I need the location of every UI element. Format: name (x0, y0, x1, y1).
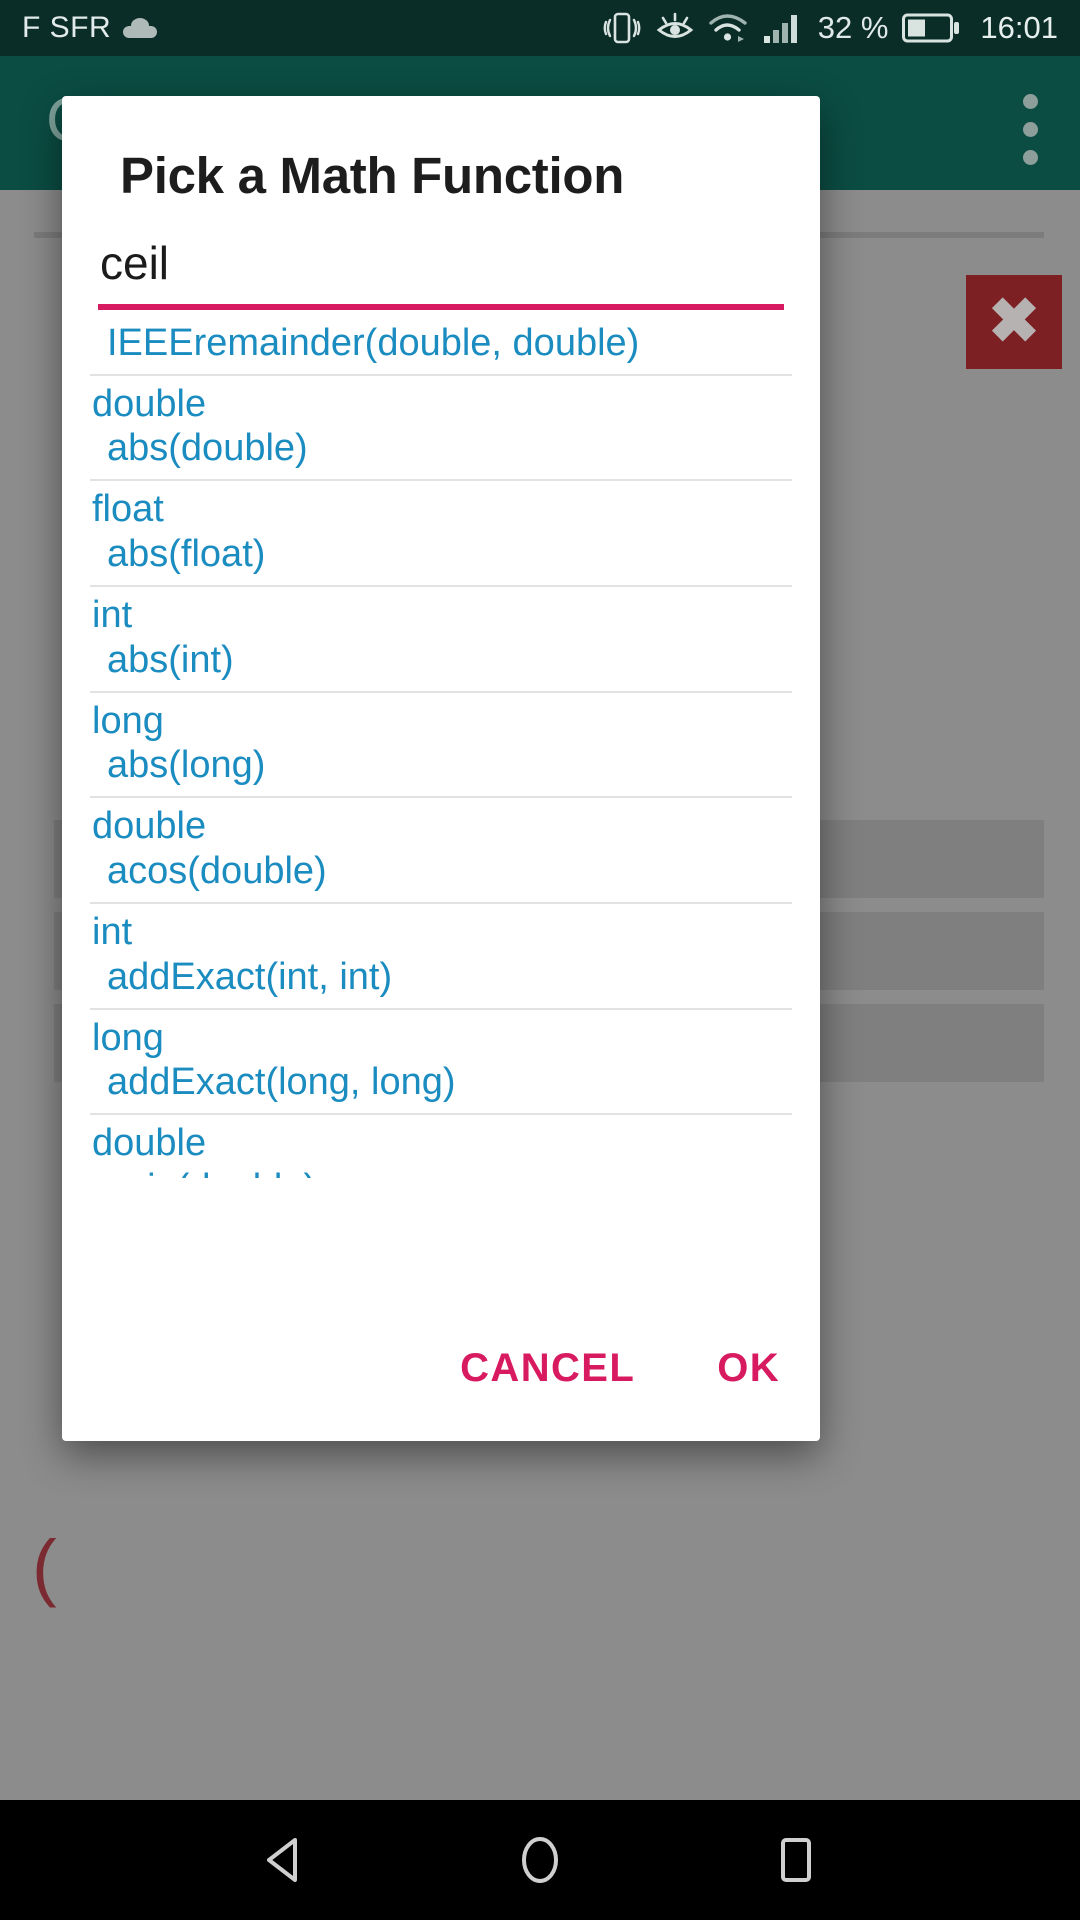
system-navigation-bar (0, 1800, 1080, 1920)
function-signature: acos(double) (107, 850, 327, 893)
function-signature: abs(long) (107, 744, 266, 787)
function-signature: IEEEremainder(double, double) (107, 321, 640, 364)
function-signature: abs(float) (107, 533, 266, 576)
function-list-inner: doubleIEEEremainder(double, double)doubl… (90, 312, 792, 1178)
phone-screen: C ✖ ( F SFR (0, 0, 1080, 1920)
background-red-glyph: ( (32, 1525, 57, 1608)
battery-percent-label: 32 % (817, 10, 889, 45)
dialog-title: Pick a Math Function (120, 147, 625, 204)
function-list-item[interactable]: doubleIEEEremainder(double, double) (90, 312, 792, 376)
overflow-menu-icon[interactable] (1023, 94, 1038, 165)
eye-protection-icon (656, 12, 693, 38)
ok-button[interactable]: OK (713, 1340, 784, 1397)
cancel-button[interactable]: CANCEL (456, 1340, 639, 1397)
recents-square-icon[interactable] (748, 1812, 844, 1908)
function-list-item[interactable]: double abs(double) (90, 376, 792, 482)
search-underline (98, 304, 784, 310)
function-return-type: long (92, 1016, 164, 1059)
function-return-type: int (92, 910, 133, 953)
function-return-type: int (92, 593, 133, 636)
cloud-icon (123, 17, 158, 38)
status-bar-right: 32 % 16:01 (602, 10, 1058, 46)
function-list-item[interactable]: int addExact(int, int) (90, 904, 792, 1010)
carrier-label: F SFR (22, 11, 112, 44)
function-signature: addExact(int, int) (107, 955, 393, 998)
function-signature: abs(double) (107, 427, 308, 470)
back-triangle-icon[interactable] (236, 1812, 332, 1908)
function-list-item[interactable]: long addExact(long, long) (90, 1010, 792, 1116)
function-return-type: double (92, 382, 207, 425)
function-return-type: long (92, 699, 164, 742)
search-input[interactable] (98, 236, 784, 304)
clock-label: 16:01 (980, 10, 1058, 45)
vibrate-icon (603, 12, 641, 44)
function-return-type: double (92, 1122, 207, 1165)
wifi-icon (709, 14, 747, 42)
x-icon[interactable]: ✖ (966, 275, 1062, 369)
home-circle-icon[interactable] (492, 1812, 588, 1908)
status-bar: F SFR 32 % 16:01 (0, 0, 1080, 56)
search-field-wrapper (98, 236, 784, 310)
function-list-item[interactable]: int abs(int) (90, 587, 792, 693)
battery-icon (902, 13, 960, 43)
signal-bars-icon (763, 15, 797, 43)
pick-math-function-dialog: Pick a Math Function doubleIEEEremainder… (62, 96, 820, 1441)
function-return-type: double (92, 805, 207, 848)
status-bar-left: F SFR (22, 11, 158, 45)
function-signature: asin(double) (90, 1166, 792, 1178)
function-signature: addExact(long, long) (107, 1061, 456, 1104)
function-list-item[interactable]: doubleasin(double) (90, 1115, 792, 1178)
function-signature: abs(int) (107, 638, 234, 681)
function-return-type: float (92, 488, 164, 531)
dialog-actions: CANCEL OK (456, 1340, 784, 1397)
function-list-item[interactable]: float abs(float) (90, 481, 792, 587)
function-list[interactable]: doubleIEEEremainder(double, double)doubl… (90, 312, 792, 1178)
function-list-item[interactable]: double acos(double) (90, 798, 792, 904)
function-return-type: double (90, 312, 792, 321)
function-list-item[interactable]: long abs(long) (90, 693, 792, 799)
